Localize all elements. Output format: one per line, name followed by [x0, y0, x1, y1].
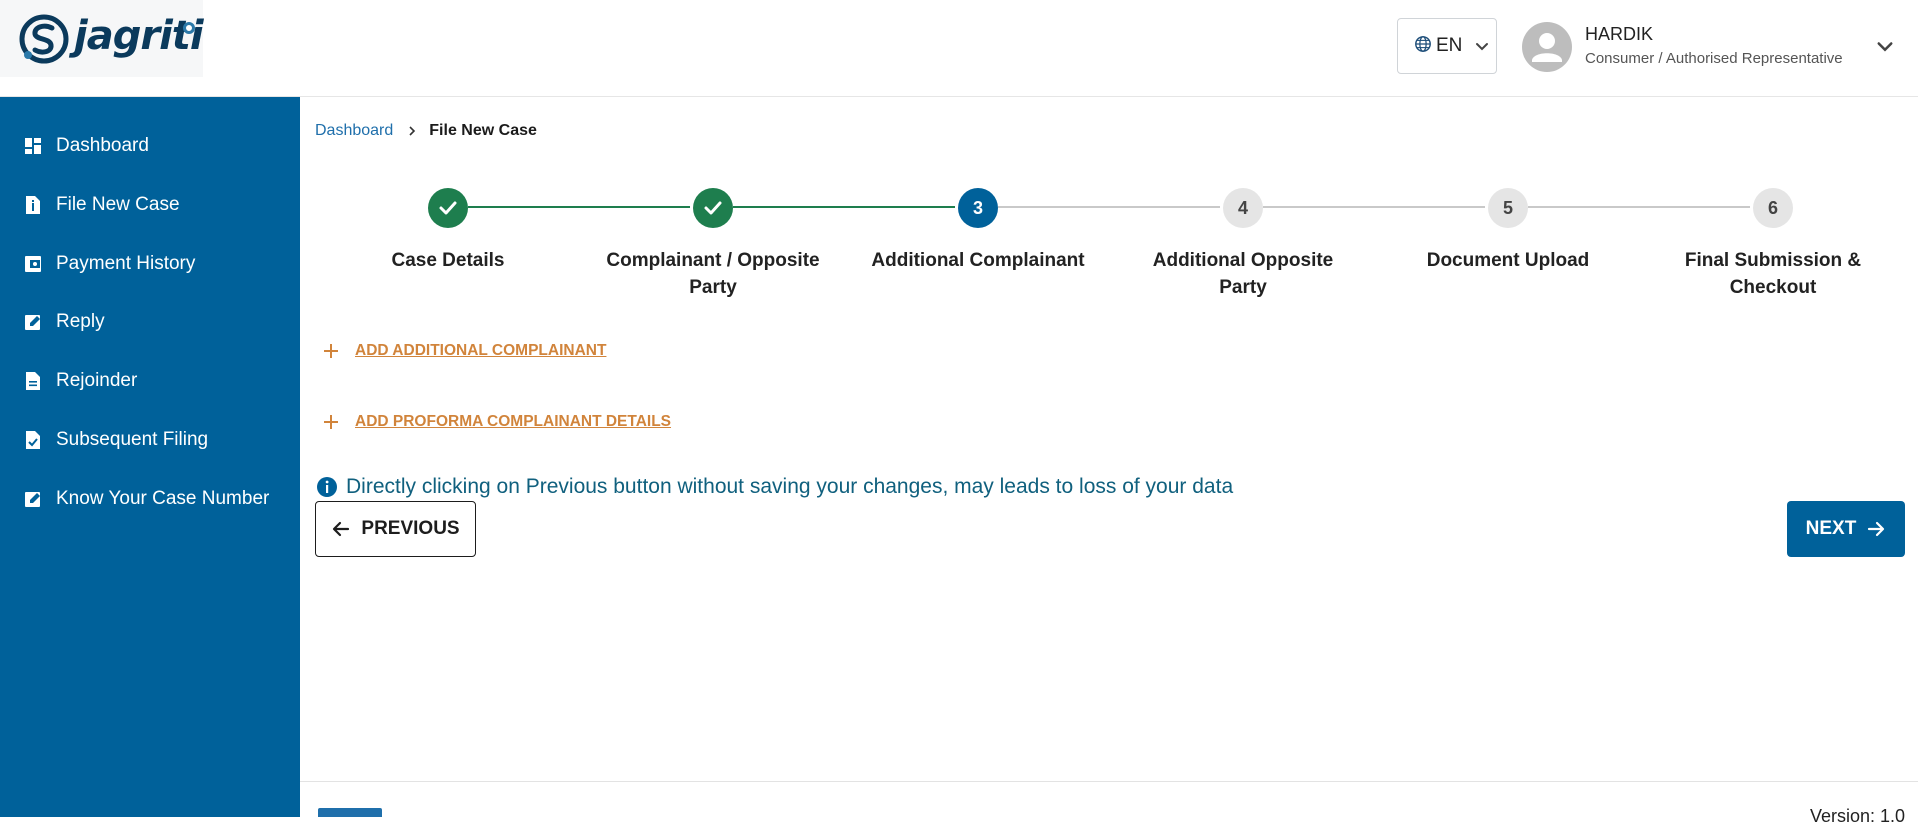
logo-text: jagriti: [74, 12, 204, 59]
sidebar-item-reply[interactable]: Reply: [0, 300, 300, 344]
logo-dot: [183, 22, 195, 34]
check-icon: [704, 201, 722, 215]
document-icon: [22, 370, 44, 392]
step-connector-3: [998, 206, 1220, 208]
add-proforma-complainant-label: ADD PROFORMA COMPLAINANT DETAILS: [355, 413, 672, 430]
step-connector-4: [1263, 206, 1485, 208]
step-connector-2: [733, 206, 955, 208]
sidebar-item-label: Reply: [56, 311, 105, 332]
top-header: jagriti EN HARDIK Consumer / Authorised …: [0, 0, 1918, 97]
case-edit-icon: [22, 488, 44, 510]
footer-badge: [318, 808, 382, 817]
next-button-label: NEXT: [1805, 518, 1857, 539]
sidebar-item-label: Dashboard: [56, 135, 149, 156]
previous-button[interactable]: PREVIOUS: [315, 501, 476, 557]
previous-button-label: PREVIOUS: [361, 518, 460, 539]
next-button[interactable]: NEXT: [1787, 501, 1905, 557]
step-6-label: Final Submission & Checkout: [1684, 250, 1862, 298]
breadcrumb-dashboard-link[interactable]: Dashboard: [315, 122, 393, 140]
sidebar-item-subsequent-filing[interactable]: Subsequent Filing: [0, 418, 300, 462]
arrow-left-icon: [333, 521, 350, 537]
step-connector-5: [1528, 206, 1750, 208]
dashboard-icon: [22, 135, 44, 157]
step-2-circle[interactable]: [693, 188, 733, 228]
language-label: EN: [1436, 35, 1463, 56]
footer-divider: [300, 781, 1918, 782]
sidebar-item-dashboard[interactable]: Dashboard: [0, 124, 300, 168]
logo-mark-icon: [18, 13, 70, 65]
jagriti-logo[interactable]: jagriti: [0, 0, 204, 77]
step-1-label: Case Details: [391, 250, 505, 271]
sidebar-item-payment-history[interactable]: Payment History: [0, 242, 300, 286]
chevron-down-icon: [1474, 38, 1490, 54]
plus-icon: [324, 415, 338, 429]
user-menu-chevron-icon[interactable]: [1875, 36, 1895, 61]
step-5-label: Document Upload: [1426, 250, 1590, 271]
language-selector[interactable]: EN: [1397, 18, 1497, 74]
info-icon: [317, 477, 337, 497]
step-3-label: Additional Complainant: [871, 250, 1085, 271]
step-connector-1: [468, 206, 690, 208]
step-3-circle[interactable]: 3: [958, 188, 998, 228]
chevron-right-icon: [407, 125, 417, 137]
sidebar-item-file-new-case[interactable]: File New Case: [0, 183, 300, 227]
add-additional-complainant-label: ADD ADDITIONAL COMPLAINANT: [355, 342, 607, 359]
step-4-circle[interactable]: 4: [1223, 188, 1263, 228]
step-2-label: Complainant / Opposite Party: [606, 250, 820, 298]
sidebar-item-know-your-case-number[interactable]: Know Your Case Number: [0, 477, 300, 521]
add-proforma-complainant-button[interactable]: ADD PROFORMA COMPLAINANT DETAILS: [320, 411, 671, 433]
info-message: Directly clicking on Previous button wit…: [316, 475, 1233, 499]
sidebar-item-label: Rejoinder: [56, 370, 138, 391]
user-role: Consumer / Authorised Representative: [1585, 50, 1843, 67]
avatar[interactable]: [1522, 22, 1572, 72]
file-info-icon: [22, 194, 44, 216]
sidebar-item-label: Payment History: [56, 253, 196, 274]
plus-icon: [324, 344, 338, 358]
sidebar-item-label: Subsequent Filing: [56, 429, 209, 450]
add-additional-complainant-button[interactable]: ADD ADDITIONAL COMPLAINANT: [320, 340, 606, 362]
step-1-circle[interactable]: [428, 188, 468, 228]
file-check-icon: [22, 429, 44, 451]
step-5-circle[interactable]: 5: [1488, 188, 1528, 228]
user-name: HARDIK: [1585, 24, 1654, 44]
sidebar-item-label: File New Case: [56, 194, 180, 215]
globe-icon: [1414, 35, 1432, 58]
sidebar-item-rejoinder[interactable]: Rejoinder: [0, 359, 300, 403]
check-icon: [439, 201, 457, 215]
sidebar: Dashboard File New Case Payment History …: [0, 97, 300, 817]
arrow-right-icon: [1868, 521, 1885, 537]
payment-icon: [22, 253, 44, 275]
step-6-circle[interactable]: 6: [1753, 188, 1793, 228]
step-4-label: Additional Opposite Party: [1152, 250, 1334, 298]
sidebar-item-label: Know Your Case Number: [56, 488, 270, 509]
breadcrumb: Dashboard File New Case: [315, 122, 537, 140]
info-message-text: Directly clicking on Previous button wit…: [346, 475, 1234, 498]
user-avatar-icon: [1532, 33, 1562, 62]
reply-edit-icon: [22, 311, 44, 333]
breadcrumb-current: File New Case: [429, 122, 537, 139]
